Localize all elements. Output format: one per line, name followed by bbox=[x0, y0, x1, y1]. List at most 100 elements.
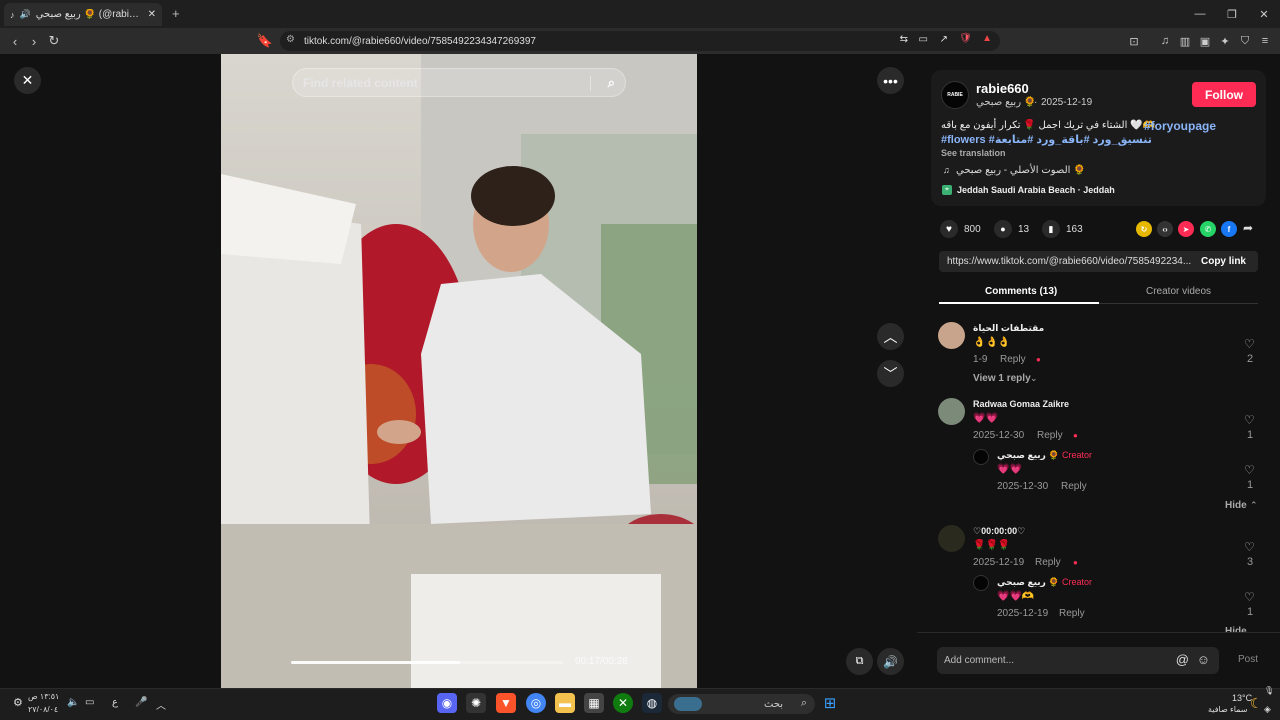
network-icon[interactable]: ▭ bbox=[85, 697, 94, 708]
speaker-icon[interactable]: 🔈 bbox=[67, 697, 79, 708]
back-icon[interactable]: ‹ bbox=[6, 32, 24, 50]
comment-like-icon[interactable]: ♡ bbox=[1244, 337, 1255, 351]
brave-rewards-icon[interactable]: ▲ bbox=[982, 33, 992, 44]
reload-icon[interactable]: ↻ bbox=[45, 32, 63, 50]
previous-video-icon[interactable]: ︿ bbox=[877, 323, 904, 350]
browser-tab[interactable]: ♪ 🔊 ربيع صبحي 🌻 (@rabie660) | ✕ bbox=[4, 3, 162, 26]
reply-button[interactable]: Reply bbox=[1035, 557, 1061, 568]
mention-icon[interactable]: @ bbox=[1176, 652, 1189, 667]
vpn-icon[interactable]: ⛉ bbox=[1237, 33, 1253, 49]
emoji-picker-icon[interactable]: ☺ bbox=[1197, 652, 1210, 667]
commenter-name[interactable]: Radwaa Gomaa Zaikre bbox=[973, 399, 1069, 409]
address-bar[interactable]: ⚙ tiktok.com/@rabie660/video/75854922343… bbox=[280, 31, 1000, 51]
sidebar-icon[interactable]: ▥ bbox=[1177, 33, 1193, 49]
reply-author-name[interactable]: ربيع صبحي 🌻 bbox=[997, 577, 1060, 588]
input-language[interactable]: ع bbox=[112, 697, 118, 708]
reply-button[interactable]: Reply bbox=[1059, 608, 1085, 619]
translate-icon[interactable]: ⇆ bbox=[900, 34, 908, 45]
more-options-icon[interactable]: ••• bbox=[877, 67, 904, 94]
commenter-avatar[interactable] bbox=[938, 322, 965, 349]
restore-icon[interactable]: ❐ bbox=[1216, 0, 1248, 28]
media-icon[interactable]: ♫ bbox=[1157, 33, 1173, 49]
reply-like-icon[interactable]: ♡ bbox=[1244, 463, 1255, 477]
chatgpt-icon[interactable]: ✺ bbox=[466, 693, 486, 713]
caption-hashtag[interactable]: #foryoupage bbox=[1144, 119, 1216, 133]
send-to-friend-icon[interactable]: ➤ bbox=[1178, 221, 1194, 237]
clock-time[interactable]: ١٣:٥١ ص bbox=[28, 692, 59, 701]
steam-icon[interactable]: ◍ bbox=[642, 693, 662, 713]
screenshot-icon[interactable]: ⊡ bbox=[1126, 33, 1142, 49]
close-video-icon[interactable]: ✕ bbox=[14, 67, 41, 94]
reply-like-icon[interactable]: ♡ bbox=[1244, 590, 1255, 604]
facebook-icon[interactable]: f bbox=[1221, 221, 1237, 237]
reply-button[interactable]: Reply bbox=[1037, 430, 1063, 441]
commenter-avatar[interactable] bbox=[938, 398, 965, 425]
commenter-avatar[interactable] bbox=[938, 525, 965, 552]
creator-avatar[interactable]: RABIE bbox=[941, 81, 969, 109]
next-video-icon[interactable]: ﹀ bbox=[877, 360, 904, 387]
reply-button[interactable]: Reply bbox=[1061, 481, 1087, 492]
mic-tray-icon[interactable]: 🎙 bbox=[1264, 686, 1274, 695]
site-info-icon[interactable]: ⚙ bbox=[286, 34, 295, 45]
file-explorer-icon[interactable]: ▬ bbox=[555, 693, 575, 713]
like-heart-icon[interactable]: ♥ bbox=[940, 220, 958, 238]
follow-button[interactable]: Follow bbox=[1192, 82, 1256, 107]
comment-bubble-icon[interactable]: ● bbox=[994, 220, 1012, 238]
comment-like-icon[interactable]: ♡ bbox=[1244, 413, 1255, 427]
settings-gear-icon[interactable]: ⚙ bbox=[13, 696, 23, 709]
chevron-up-icon[interactable]: ︿ bbox=[156, 697, 166, 712]
reply-button[interactable]: Reply bbox=[1000, 354, 1026, 365]
pip-icon[interactable]: ⧉ bbox=[846, 648, 873, 675]
xbox-icon[interactable]: ✕ bbox=[613, 693, 633, 713]
audio-playing-icon[interactable]: 🔊 bbox=[20, 9, 31, 20]
copilot-icon[interactable]: ◈ bbox=[1264, 704, 1271, 715]
video-player[interactable] bbox=[221, 54, 697, 688]
view-replies-button[interactable]: View 1 reply bbox=[973, 373, 1031, 384]
more-share-icon[interactable]: ➦ bbox=[1243, 221, 1253, 235]
share-page-icon[interactable]: ↗ bbox=[940, 34, 948, 45]
new-tab-button[interactable]: + bbox=[172, 6, 180, 21]
taskbar-search[interactable]: بحث ⌕ bbox=[668, 694, 815, 714]
close-window-icon[interactable]: ✕ bbox=[1248, 0, 1280, 28]
close-tab-icon[interactable]: ✕ bbox=[148, 9, 156, 20]
creator-reply-avatar[interactable] bbox=[973, 449, 989, 465]
weather-desc[interactable]: سماء صافية bbox=[1208, 705, 1248, 714]
brave-shields-icon[interactable]: 🛡 bbox=[959, 33, 972, 44]
brave-browser-icon[interactable]: ▼ bbox=[496, 693, 516, 713]
post-comment-button[interactable]: Post bbox=[1238, 654, 1258, 665]
wallet-icon[interactable]: ▣ bbox=[1197, 33, 1213, 49]
reply-author-name[interactable]: ربيع صبحي 🌻 bbox=[997, 450, 1060, 461]
location-text[interactable]: Jeddah Saudi Arabia Beach · Jeddah bbox=[957, 185, 1115, 195]
cast-icon[interactable]: ▭ bbox=[919, 34, 928, 45]
sound-name[interactable]: الصوت الأصلي - ربيع صبحي 🌻 bbox=[956, 165, 1086, 176]
tab-comments[interactable]: Comments (13) bbox=[985, 286, 1057, 297]
caption-hashtags[interactable]: #flowers #تنسيق_ورد #باقة_ورد #متابعة bbox=[941, 133, 1152, 146]
clock-date[interactable]: ٢٧/٠٨/٠٤ bbox=[28, 705, 58, 714]
chrome-icon[interactable]: ◎ bbox=[526, 693, 546, 713]
find-related-search[interactable]: Find related content ⌕ bbox=[292, 68, 626, 97]
comment-input[interactable]: Add comment... @ ☺ bbox=[937, 647, 1219, 674]
copy-link-button[interactable]: Copy link bbox=[1201, 256, 1246, 267]
creator-reply-avatar[interactable] bbox=[973, 575, 989, 591]
minimize-icon[interactable]: — bbox=[1184, 0, 1216, 28]
comment-like-icon[interactable]: ♡ bbox=[1244, 540, 1255, 554]
whatsapp-icon[interactable]: ✆ bbox=[1200, 221, 1216, 237]
commenter-name[interactable]: مقتطفات الحياة bbox=[973, 323, 1044, 334]
hide-replies-button[interactable]: Hide bbox=[1225, 500, 1247, 511]
menu-icon[interactable]: ≡ bbox=[1257, 33, 1273, 49]
creator-username[interactable]: rabie660 bbox=[976, 81, 1029, 96]
bookmark-icon[interactable]: 🔖 bbox=[256, 32, 274, 50]
store-icon[interactable]: ▦ bbox=[584, 693, 604, 713]
see-translation-link[interactable]: See translation bbox=[941, 148, 1006, 158]
video-progress-bar[interactable] bbox=[291, 661, 563, 664]
volume-icon[interactable]: 🔊 bbox=[877, 648, 904, 675]
search-icon[interactable]: ⌕ bbox=[608, 75, 615, 91]
microphone-icon[interactable]: 🎤 bbox=[135, 697, 147, 708]
leo-ai-icon[interactable]: ✦ bbox=[1217, 33, 1233, 49]
bookmark-save-icon[interactable]: ▮ bbox=[1042, 220, 1060, 238]
discord-icon[interactable]: ◉ bbox=[437, 693, 457, 713]
tab-creator-videos[interactable]: Creator videos bbox=[1146, 286, 1211, 297]
windows-start-icon[interactable]: ⊞ bbox=[820, 693, 840, 713]
repost-icon[interactable]: ↻ bbox=[1136, 221, 1152, 237]
embed-icon[interactable]: ‹› bbox=[1157, 221, 1173, 237]
